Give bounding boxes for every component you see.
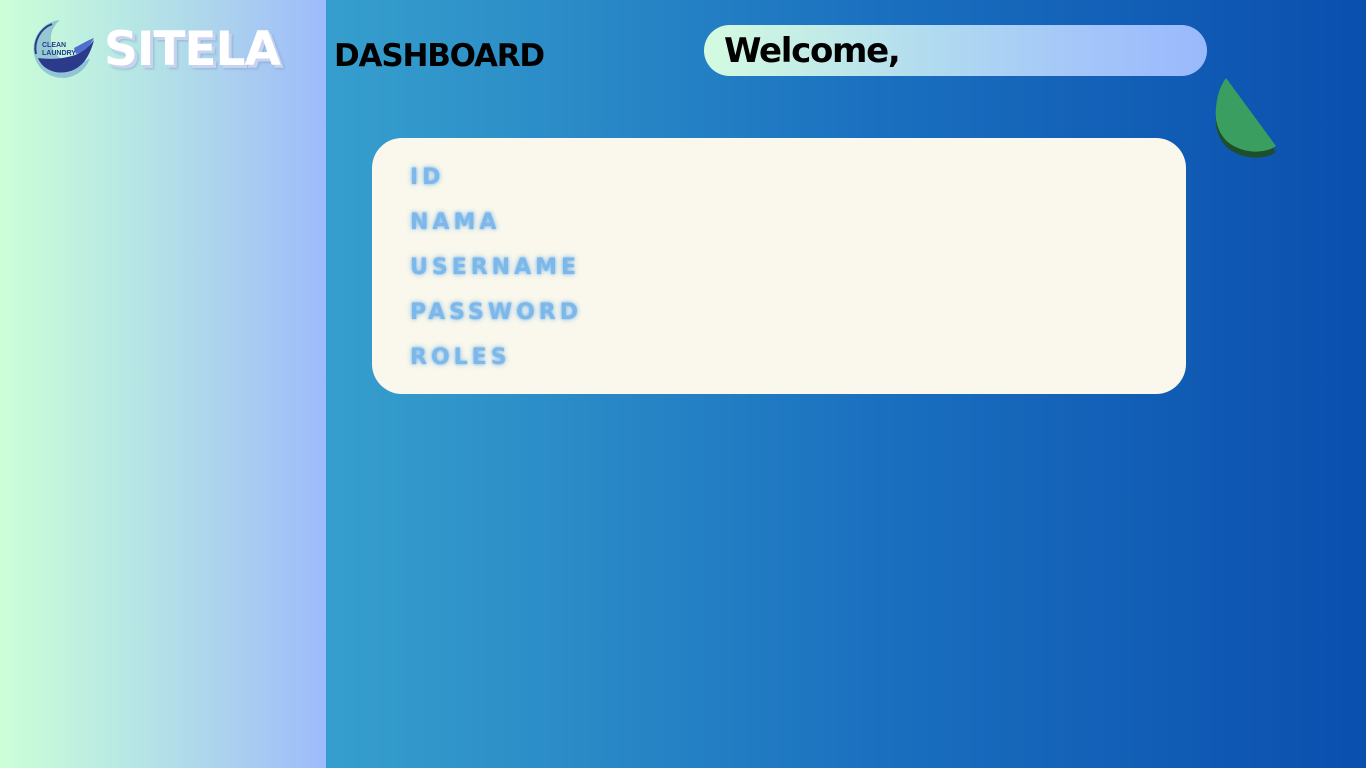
logo-badge-line2: LAUNDRY [42, 50, 76, 57]
welcome-text: Welcome, [724, 31, 901, 71]
welcome-banner: Welcome, [704, 25, 1207, 76]
leaf-shape-icon [1212, 76, 1280, 162]
logo[interactable]: CLEAN LAUNDRY SITELA [30, 18, 300, 82]
field-label-id: ID [410, 165, 445, 190]
dashboard-page: CLEAN LAUNDRY SITELA DASHBOARD Welcome, … [0, 0, 1366, 768]
field-label-nama: NAMA [410, 210, 501, 235]
field-label-password: PASSWORD [410, 300, 583, 325]
profile-card: ID NAMA USERNAME PASSWORD ROLES [372, 138, 1186, 394]
logo-badge-line1: CLEAN [42, 42, 67, 49]
field-label-username: USERNAME [410, 255, 581, 280]
field-label-roles: ROLES [410, 345, 511, 370]
logo-badge-text: CLEAN LAUNDRY [42, 42, 76, 58]
brand-name: SITELA [104, 22, 281, 77]
profile-field-list: ID NAMA USERNAME PASSWORD ROLES [410, 160, 582, 385]
clean-laundry-logo-icon: CLEAN LAUNDRY [30, 18, 96, 80]
sidebar: CLEAN LAUNDRY SITELA [0, 0, 326, 768]
page-title: DASHBOARD [334, 38, 545, 74]
